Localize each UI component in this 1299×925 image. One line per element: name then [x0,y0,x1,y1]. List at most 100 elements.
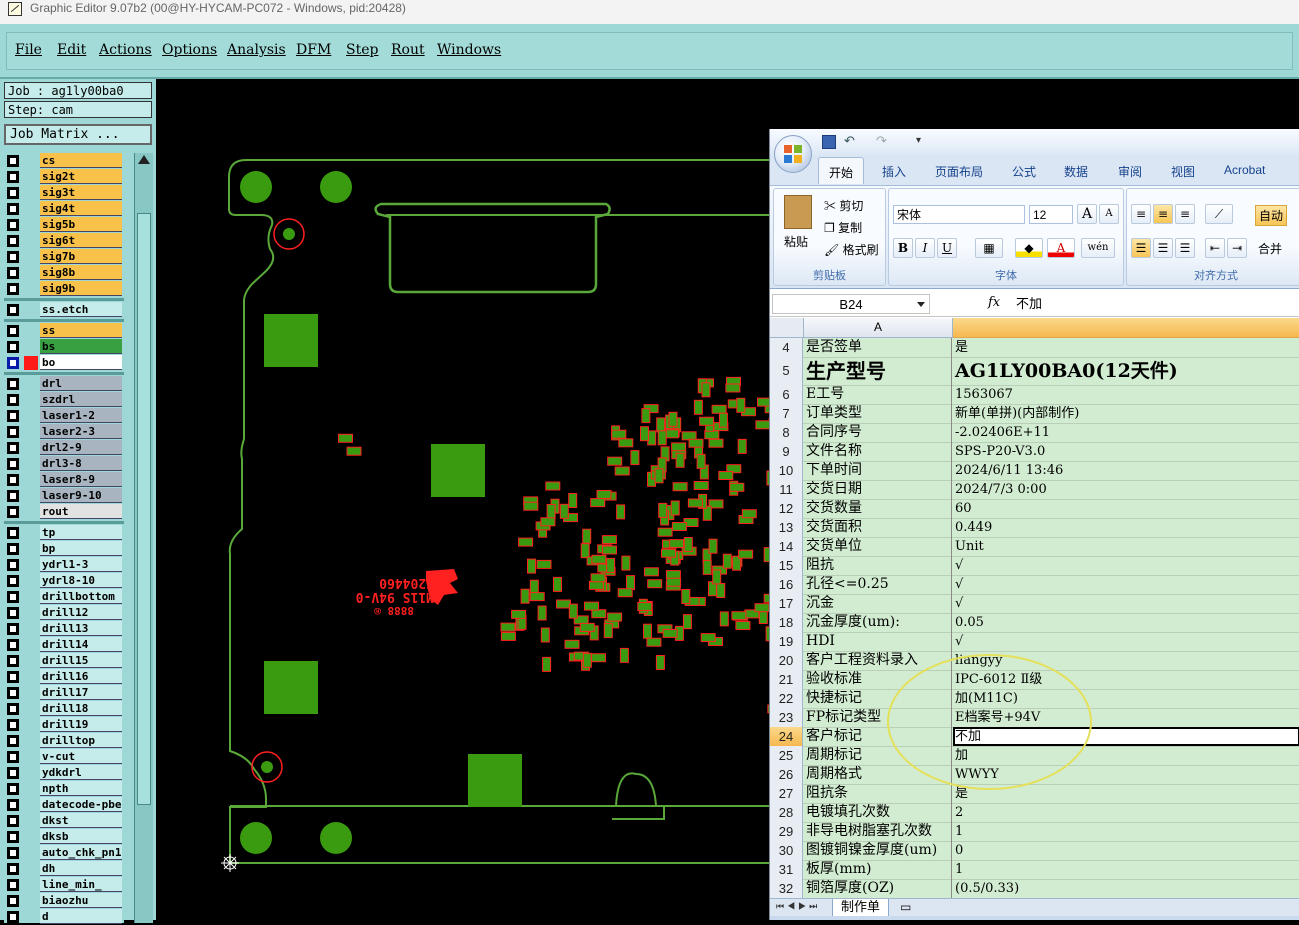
layer-row-npth[interactable]: npth [4,781,124,797]
scrollbar-thumb[interactable] [137,213,151,805]
tab-view[interactable]: 视图 [1171,163,1195,180]
tab-acrobat[interactable]: Acrobat [1224,163,1265,177]
paste-icon[interactable] [784,195,812,229]
layer-row-tp[interactable]: tp [4,525,124,541]
menu-step[interactable]: Step [346,42,378,58]
cell-a[interactable]: 孔径<=0.25 [804,575,952,594]
cell-a[interactable]: 非导电树脂塞孔次数 [804,822,952,841]
cell-b[interactable]: 1 [953,860,1299,879]
qat-customize-icon[interactable]: ▾ [916,135,921,146]
increase-indent-icon[interactable]: ⇥ [1227,238,1247,258]
underline-button[interactable]: U [937,238,957,258]
layer-row-datecode-pbe[interactable]: datecode-pbe [4,797,124,813]
grow-font-button[interactable]: A [1077,204,1097,224]
layer-row-sig8b[interactable]: sig8b [4,265,124,281]
layer-checkbox[interactable] [7,251,19,263]
job-matrix-button[interactable]: Job Matrix ... [4,124,152,145]
menu-edit[interactable]: Edit [57,42,86,58]
align-bottom-icon[interactable]: ≡ [1175,204,1195,224]
cell-b[interactable]: 1563067 [953,385,1299,404]
layer-checkbox[interactable] [7,863,19,875]
layer-row-sig9b[interactable]: sig9b [4,281,124,297]
layer-label[interactable]: drill13 [40,621,122,636]
row-number[interactable]: 19 [770,632,803,651]
layer-checkbox[interactable] [7,410,19,422]
cell-a[interactable]: 是否签单 [804,338,952,357]
menu-windows[interactable]: Windows [437,42,501,58]
cell-b[interactable]: 1 [953,822,1299,841]
layer-checkbox[interactable] [7,655,19,667]
layer-checkbox[interactable] [7,623,19,635]
layer-label[interactable]: d [40,909,122,924]
layer-checkbox[interactable] [7,703,19,715]
row-number[interactable]: 16 [770,575,803,594]
layer-label[interactable]: v-cut [40,749,122,764]
layer-checkbox[interactable] [7,591,19,603]
name-box[interactable]: B24 [772,294,930,314]
undo-icon[interactable]: ↶ [844,133,855,149]
spreadsheet-grid[interactable]: 4是否签单是5生产型号AG1LY00BA0(12天件)6E工号15630677订… [770,338,1299,898]
layer-row-drl2-9[interactable]: drl2-9 [4,440,124,456]
row-number[interactable]: 21 [770,670,803,689]
layer-label[interactable]: ydkdrl [40,765,122,780]
cell-b[interactable]: 0 [953,841,1299,860]
layer-label[interactable]: sig9b [40,281,122,296]
align-middle-icon[interactable]: ≡ [1153,204,1173,224]
tab-page-layout[interactable]: 页面布局 [935,163,983,180]
layer-label[interactable]: ydrl1-3 [40,557,122,572]
layer-checkbox[interactable] [7,506,19,518]
cut-button[interactable]: ✂ 剪切 [824,197,863,214]
row-number[interactable]: 26 [770,765,803,784]
layer-row-d[interactable]: d [4,909,124,925]
layer-label[interactable]: datecode-pbe [40,797,122,812]
layer-checkbox[interactable] [7,783,19,795]
row-number[interactable]: 31 [770,860,803,879]
column-header-a[interactable]: A [804,318,953,337]
row-number[interactable]: 18 [770,613,803,632]
row-number[interactable]: 15 [770,556,803,575]
layer-row-sig2t[interactable]: sig2t [4,169,124,185]
copy-button[interactable]: ❐ 复制 [824,219,862,236]
layer-checkbox[interactable] [7,895,19,907]
layer-checkbox[interactable] [7,879,19,891]
layer-row-drill13[interactable]: drill13 [4,621,124,637]
layer-label[interactable]: dkst [40,813,122,828]
layer-label[interactable]: bp [40,541,122,556]
layer-row-sig5b[interactable]: sig5b [4,217,124,233]
layer-label[interactable]: ss.etch [40,302,122,317]
layer-label[interactable]: drl3-8 [40,456,122,471]
shrink-font-button[interactable]: A [1099,204,1119,224]
layer-row-drill18[interactable]: drill18 [4,701,124,717]
row-number[interactable]: 27 [770,784,803,803]
layer-checkbox[interactable] [7,831,19,843]
layer-label[interactable]: drill14 [40,637,122,652]
layer-row-drillbottom[interactable]: drillbottom [4,589,124,605]
cell-a[interactable]: 合同序号 [804,423,952,442]
layer-checkbox[interactable] [7,357,19,369]
layer-checkbox[interactable] [7,235,19,247]
cell-b[interactable]: 60 [953,499,1299,518]
layer-row-drl[interactable]: drl [4,376,124,392]
row-number[interactable]: 28 [770,803,803,822]
fill-color-icon[interactable]: ◆ [1015,238,1043,258]
layer-row-drill12[interactable]: drill12 [4,605,124,621]
column-header-b[interactable] [953,318,1299,338]
layer-row-laser2-3[interactable]: laser2-3 [4,424,124,440]
phonetic-icon[interactable]: wén [1081,238,1115,258]
layer-checkbox[interactable] [7,559,19,571]
layer-checkbox[interactable] [7,490,19,502]
layer-checkbox[interactable] [7,799,19,811]
layer-label[interactable]: dksb [40,829,122,844]
layer-checkbox[interactable] [7,607,19,619]
tab-review[interactable]: 审阅 [1118,163,1142,180]
layer-label[interactable]: sig5b [40,217,122,232]
cell-a[interactable]: 订单类型 [804,404,952,423]
formula-input[interactable]: 不加 [1016,292,1042,316]
layer-row-laser8-9[interactable]: laser8-9 [4,472,124,488]
row-number[interactable]: 10 [770,461,803,480]
layer-label[interactable]: laser2-3 [40,424,122,439]
layer-row-ss.etch[interactable]: ss.etch [4,302,124,318]
menu-options[interactable]: Options [162,42,217,58]
layer-checkbox[interactable] [7,815,19,827]
cell-a[interactable]: 板厚(mm) [804,860,952,879]
